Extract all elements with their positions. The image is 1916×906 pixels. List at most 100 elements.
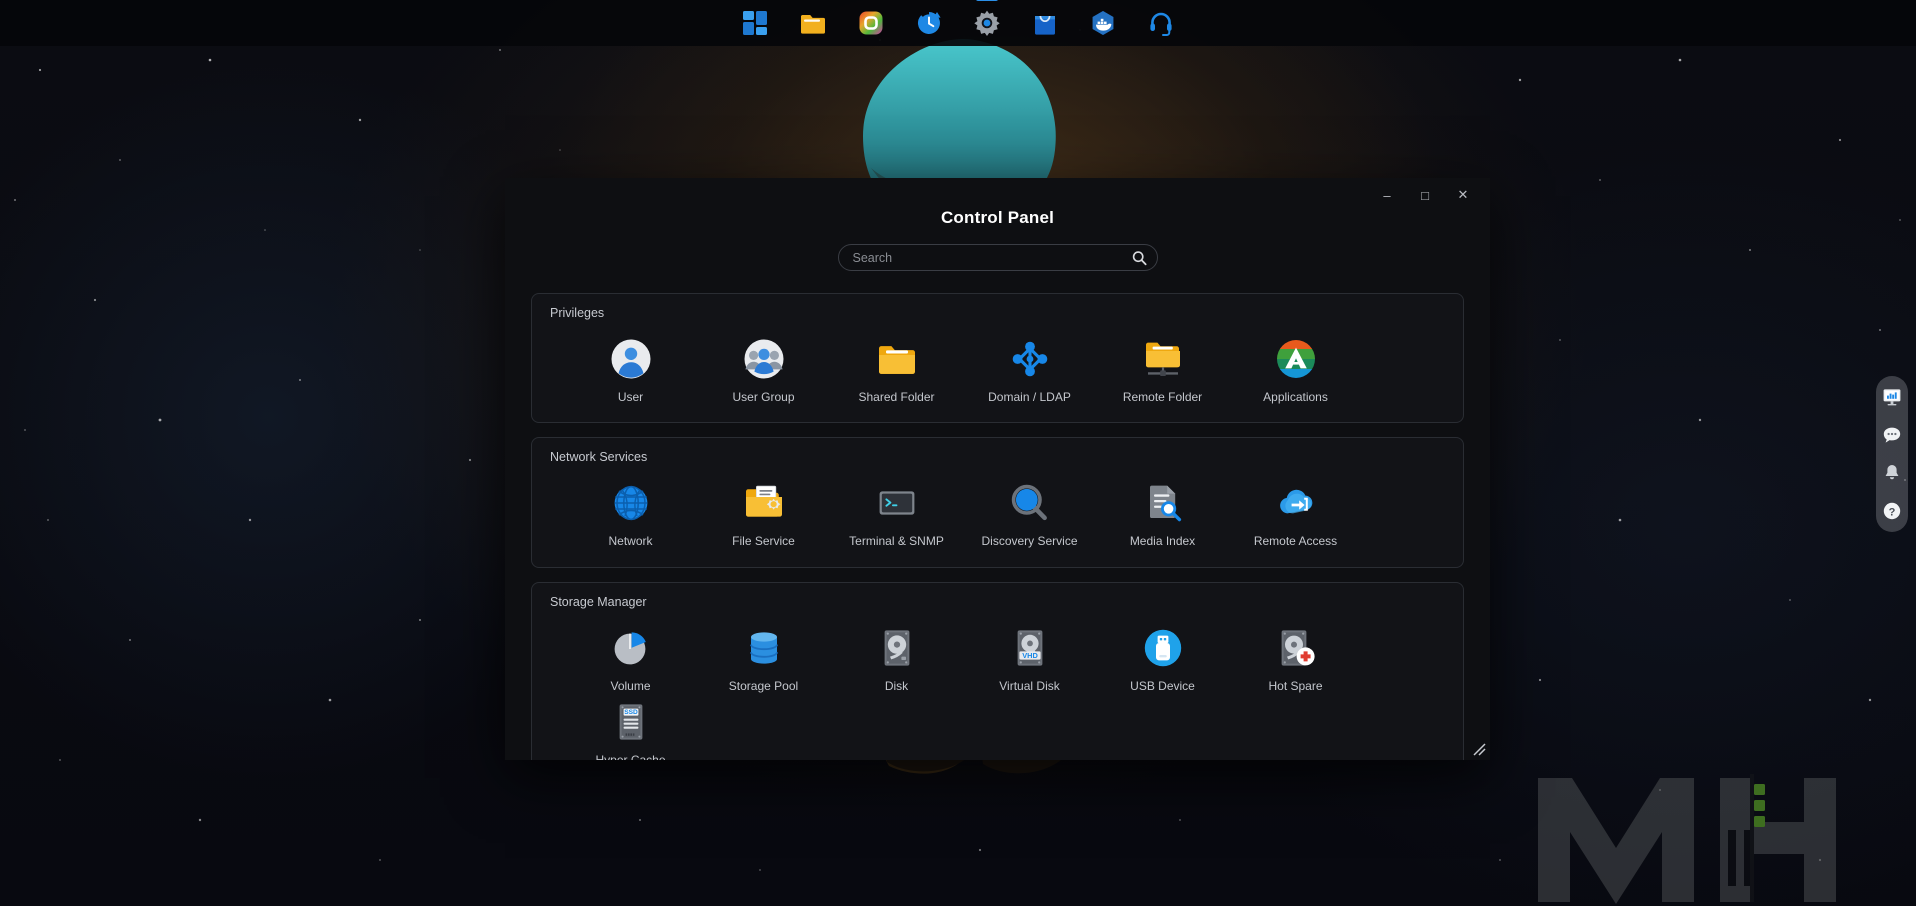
tile-volume[interactable]: Volume — [564, 621, 697, 695]
tile-user[interactable]: User — [564, 332, 697, 406]
remote-folder-icon — [1140, 336, 1186, 382]
section-title: Storage Manager — [550, 594, 647, 609]
tile-user-group[interactable]: User Group — [697, 332, 830, 406]
tile-label: Virtual Disk — [999, 678, 1060, 693]
tile-shared-folder[interactable]: Shared Folder — [830, 332, 963, 406]
tile-label: Shared Folder — [858, 390, 935, 404]
control-panel-content[interactable]: Privileges User User Group Shared Folder… — [505, 293, 1490, 760]
tile-label: User — [617, 390, 644, 404]
tile-hot-spare[interactable]: Hot Spare — [1229, 621, 1362, 695]
side-dock: ? — [1876, 376, 1908, 532]
discovery-service-icon — [1007, 480, 1053, 526]
taskbar-item-helpdesk[interactable] — [1143, 5, 1179, 41]
taskbar-item-backup[interactable] — [911, 5, 947, 41]
section-network-services: Network Services Network File Service Te… — [531, 437, 1464, 568]
hot-spare-icon — [1273, 625, 1319, 671]
resource-monitor-icon[interactable] — [1881, 386, 1903, 408]
file-manager-icon — [800, 14, 825, 34]
shared-folder-icon — [874, 336, 920, 382]
taskbar-item-container-station[interactable] — [1085, 5, 1121, 41]
section-grid: Network File Service Terminal & SNMP Dis… — [546, 476, 1449, 550]
tile-label: Remote Access — [1253, 534, 1338, 549]
taskbar-item-app-center[interactable] — [1027, 5, 1063, 41]
taskbar-active-indicator — [976, 0, 998, 1]
tile-terminal-snmp[interactable]: Terminal & SNMP — [830, 476, 963, 550]
taskbar-item-photos[interactable] — [853, 5, 889, 41]
applications-icon — [1273, 336, 1319, 382]
tile-label: Remote Folder — [1122, 390, 1203, 404]
control-panel-window: – □ ✕ Control Panel Privileges — [505, 178, 1490, 760]
chat-icon[interactable] — [1881, 424, 1903, 446]
backup-icon — [917, 12, 941, 34]
tile-media-index[interactable]: Media Index — [1096, 476, 1229, 550]
tile-remote-folder[interactable]: Remote Folder — [1096, 332, 1229, 406]
volume-pie-icon — [608, 625, 654, 671]
headset-icon — [1150, 12, 1172, 36]
close-button[interactable]: ✕ — [1444, 180, 1482, 210]
tile-network[interactable]: Network — [564, 476, 697, 550]
remote-access-icon — [1273, 480, 1319, 526]
notification-bell-icon[interactable] — [1881, 462, 1903, 484]
user-group-icon — [741, 336, 787, 382]
tile-label: Media Index — [1129, 534, 1196, 549]
tile-storage-pool[interactable]: Storage Pool — [697, 621, 830, 695]
virtual-disk-icon: VHD — [1007, 625, 1053, 671]
taskbar-item-file-manager[interactable] — [795, 5, 831, 41]
tile-label: Domain / LDAP — [988, 390, 1071, 404]
taskbar-item-control-panel[interactable] — [969, 0, 1005, 41]
taskbar-item-dashboard[interactable] — [737, 5, 773, 41]
tile-label: Terminal & SNMP — [849, 534, 944, 549]
tile-label: USB Device — [1130, 678, 1195, 693]
svg-text:SSD: SSD — [624, 709, 638, 716]
tile-disk[interactable]: Disk — [830, 621, 963, 695]
minimize-button[interactable]: – — [1368, 180, 1406, 210]
section-title: Network Services — [550, 450, 648, 465]
usb-device-icon — [1140, 625, 1186, 671]
media-index-icon — [1140, 480, 1186, 526]
storage-pool-icon — [741, 625, 787, 671]
tile-label: Hyper Cache — [595, 753, 665, 760]
tile-discovery-service[interactable]: Discovery Service — [963, 476, 1096, 550]
tile-domain-ldap[interactable]: Domain / LDAP — [963, 332, 1096, 406]
search-icon[interactable] — [1132, 250, 1147, 265]
page-title: Control Panel — [940, 208, 1055, 227]
tile-label: Volume — [610, 678, 651, 693]
tile-remote-access[interactable]: Remote Access — [1229, 476, 1362, 550]
disk-icon — [874, 625, 920, 671]
file-service-icon — [741, 480, 787, 526]
tile-hyper-cache[interactable]: SSD — [564, 695, 697, 760]
docker-icon — [1092, 11, 1114, 35]
tile-applications[interactable]: Applications — [1229, 332, 1362, 406]
section-privileges: Privileges User User Group Shared Folder… — [531, 293, 1464, 424]
tile-label: Discovery Service — [981, 534, 1078, 549]
search-box[interactable] — [837, 244, 1158, 271]
user-icon — [608, 336, 654, 382]
tile-file-service[interactable]: File Service — [697, 476, 830, 550]
tile-label: File Service — [732, 534, 795, 549]
search-input[interactable] — [838, 250, 1157, 265]
tile-label: Storage Pool — [728, 678, 799, 693]
dashboard-icon — [743, 11, 767, 35]
tile-label: Applications — [1263, 390, 1328, 404]
tile-usb-device[interactable]: USB Device — [1096, 621, 1229, 695]
help-icon[interactable]: ? — [1881, 500, 1903, 522]
app-center-icon — [1035, 15, 1055, 35]
tile-label: User Group — [732, 390, 795, 404]
window-titlebar[interactable]: – □ ✕ — [505, 178, 1490, 212]
tile-virtual-disk[interactable]: VHD Virtual Disk — [963, 621, 1096, 695]
network-globe-icon — [608, 480, 654, 526]
resize-handle[interactable] — [1471, 741, 1487, 757]
domain-ldap-icon — [1007, 336, 1053, 382]
tile-label: Disk — [884, 678, 909, 693]
section-storage-manager: Storage Manager Volume Storage Pool Disk… — [531, 581, 1464, 760]
tile-label: Hot Spare — [1268, 678, 1323, 693]
terminal-snmp-icon — [874, 480, 920, 526]
taskbar — [0, 0, 1916, 46]
hyper-cache-icon: SSD — [608, 699, 654, 745]
section-grid: User User Group Shared Folder Domain / L… — [546, 332, 1449, 406]
svg-text:?: ? — [1889, 506, 1896, 518]
maximize-button[interactable]: □ — [1406, 180, 1444, 210]
section-title: Privileges — [550, 306, 605, 320]
svg-text:VHD: VHD — [1022, 651, 1038, 660]
search-container — [505, 244, 1490, 271]
